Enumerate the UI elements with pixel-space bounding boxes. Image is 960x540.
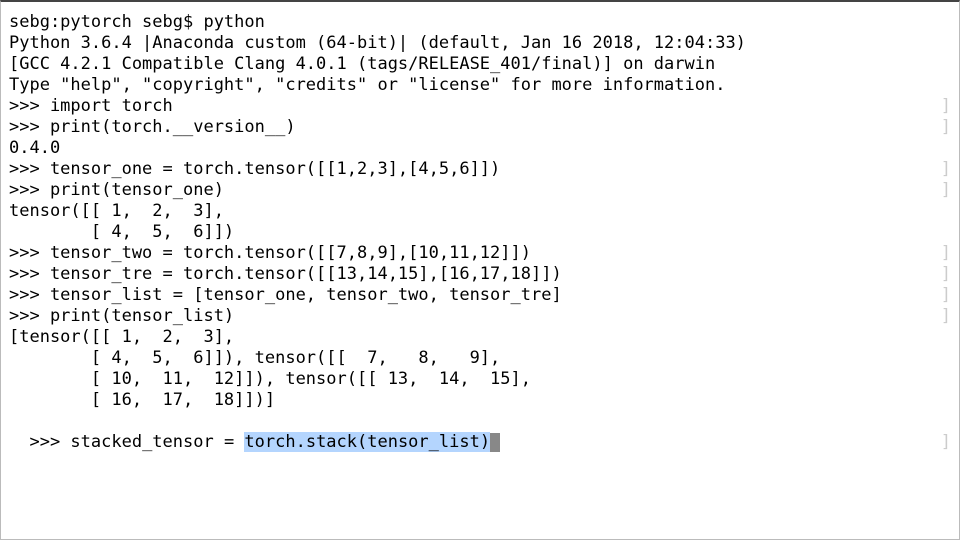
scroll-hint: ] [941, 285, 951, 306]
terminal-line: [ 10, 11, 12]]), tensor([[ 13, 14, 15], [9, 369, 951, 390]
scroll-hint: ] [941, 96, 951, 117]
terminal-line: Python 3.6.4 |Anaconda custom (64-bit)| … [9, 33, 951, 54]
terminal-line: tensor([[ 1, 2, 3], [9, 201, 951, 222]
terminal-line: >>> print(tensor_list)] [9, 306, 951, 327]
line-text: [ 16, 17, 18]])] [9, 390, 275, 410]
line-text: >>> print(tensor_list) [9, 306, 234, 326]
line-text: [ 4, 5, 6]]) [9, 222, 234, 242]
terminal-output[interactable]: sebg:pytorch sebg$ pythonPython 3.6.4 |A… [9, 12, 951, 411]
line-text: [ 10, 11, 12]]), tensor([[ 13, 14, 15], [9, 369, 531, 389]
line-text: [tensor([[ 1, 2, 3], [9, 327, 234, 347]
terminal-line: [GCC 4.2.1 Compatible Clang 4.0.1 (tags/… [9, 54, 951, 75]
scroll-hint: ] [941, 243, 951, 264]
terminal-line: >>> tensor_tre = torch.tensor([[13,14,15… [9, 264, 951, 285]
current-prefix: >>> stacked_tensor = [29, 432, 244, 452]
line-text: 0.4.0 [9, 138, 60, 158]
scroll-hint: ] [941, 117, 951, 138]
terminal-line: >>> import torch] [9, 96, 951, 117]
terminal-line: 0.4.0 [9, 138, 951, 159]
terminal-line: >>> tensor_one = torch.tensor([[1,2,3],[… [9, 159, 951, 180]
line-text: [GCC 4.2.1 Compatible Clang 4.0.1 (tags/… [9, 54, 715, 74]
line-text: [ 4, 5, 6]]), tensor([[ 7, 8, 9], [9, 348, 500, 368]
terminal-line: >>> tensor_list = [tensor_one, tensor_tw… [9, 285, 951, 306]
selected-text[interactable]: torch.stack(tensor_list) [244, 432, 490, 452]
terminal-line: >>> tensor_two = torch.tensor([[7,8,9],[… [9, 243, 951, 264]
line-text: >>> import torch [9, 96, 173, 116]
line-text: >>> tensor_one = torch.tensor([[1,2,3],[… [9, 159, 500, 179]
line-text: >>> tensor_list = [tensor_one, tensor_tw… [9, 285, 562, 305]
scroll-hint: ] [941, 159, 951, 180]
scroll-hint: ] [941, 432, 951, 453]
text-cursor [490, 433, 500, 452]
terminal-line: [tensor([[ 1, 2, 3], [9, 327, 951, 348]
scroll-hint: ] [941, 264, 951, 285]
line-text: tensor([[ 1, 2, 3], [9, 201, 224, 221]
terminal-line: >>> print(torch.__version__)] [9, 117, 951, 138]
terminal-line: [ 16, 17, 18]])] [9, 390, 951, 411]
line-text: >>> tensor_two = torch.tensor([[7,8,9],[… [9, 243, 531, 263]
terminal-line: sebg:pytorch sebg$ python [9, 12, 951, 33]
line-text: sebg:pytorch sebg$ python [9, 12, 265, 32]
line-text: >>> print(tensor_one) [9, 180, 224, 200]
line-text: Type "help", "copyright", "credits" or "… [9, 75, 725, 95]
terminal-line: Type "help", "copyright", "credits" or "… [9, 75, 951, 96]
terminal-line: >>> print(tensor_one)] [9, 180, 951, 201]
scroll-hint: ] [941, 306, 951, 327]
scroll-hint: ] [941, 180, 951, 201]
line-text: Python 3.6.4 |Anaconda custom (64-bit)| … [9, 33, 746, 53]
line-text: >>> print(torch.__version__) [9, 117, 296, 137]
current-input-line[interactable]: >>> stacked_tensor = torch.stack(tensor_… [9, 411, 951, 453]
line-text: >>> tensor_tre = torch.tensor([[13,14,15… [9, 264, 562, 284]
terminal-line: [ 4, 5, 6]]) [9, 222, 951, 243]
terminal-line: [ 4, 5, 6]]), tensor([[ 7, 8, 9], [9, 348, 951, 369]
